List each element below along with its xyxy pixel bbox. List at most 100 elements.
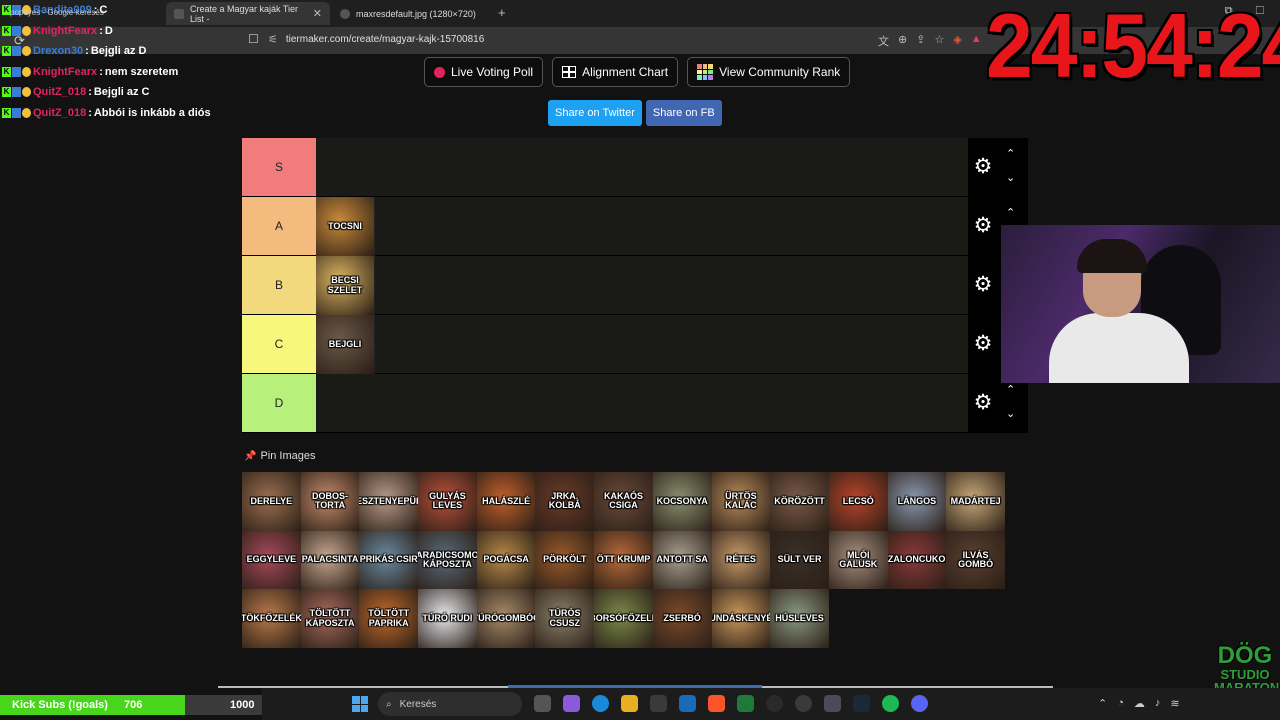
food-card[interactable]: GULYÁS LEVES [418,472,477,531]
pin-images-toggle[interactable]: 📌 Pin Images [244,450,315,462]
food-card[interactable]: PÖRKÖLT [535,530,595,590]
url-text[interactable]: tiermaker.com/create/magyar-kajk-1570081… [286,34,484,45]
tier-label[interactable]: B [242,256,316,314]
chevron-up-icon[interactable]: ⌃ [1006,147,1015,160]
food-card-label: DERELYE [250,495,293,506]
share-fb-button[interactable]: Share on FB [645,100,722,126]
chevron-down-icon[interactable]: ⌄ [1006,407,1015,420]
discord-icon[interactable] [911,695,928,712]
tab-image[interactable]: maxresdefault.jpg (1280×720) [332,2,492,25]
food-card[interactable]: KOCSONYA [652,472,712,531]
cloud-icon[interactable]: ☁ [1134,697,1145,710]
brave-rewards-icon[interactable]: ▲ [971,33,982,49]
zoom-icon[interactable]: ⊕ [898,33,907,49]
food-card[interactable]: EGGYLEVE [242,530,301,590]
tier-drop-zone[interactable] [316,374,1028,432]
gear-icon[interactable]: ⚙ [972,274,994,296]
food-card[interactable]: POGÁCSA [476,530,536,590]
store-icon[interactable] [650,695,667,712]
tier-label[interactable]: D [242,374,316,432]
food-card[interactable]: ZSERBÓ [652,589,712,649]
chevron-up-icon[interactable]: ⌃ [1006,206,1015,219]
tier-drop-zone[interactable]: BECSI SZELET [316,256,1028,315]
food-card[interactable]: SZALONCUKOR [887,530,947,590]
food-card[interactable]: TÖKFŐZELÉK [242,589,301,649]
food-card[interactable]: UNDÁSKENYÉ [711,589,771,649]
food-card[interactable]: PALACSINTA [300,530,360,590]
gear-icon[interactable]: ⚙ [972,156,994,178]
settings-icon[interactable] [824,695,841,712]
food-card[interactable]: TÚRÓGOMBÓC [476,589,536,649]
outlook-icon[interactable] [679,695,696,712]
food-card[interactable]: TÚRÓS CSUSZ [535,589,595,649]
food-card[interactable]: ILVÁS GOMBÓ [946,530,1005,590]
copilot-icon[interactable] [563,695,580,712]
taskbar-search[interactable]: ⌕ Keresés [378,692,522,716]
edge-icon[interactable] [592,695,609,712]
brave-shield-icon[interactable]: ◈ [953,33,961,49]
food-card[interactable]: DOBOS-TORTA [300,472,360,531]
brave-icon[interactable] [708,695,725,712]
steam-icon[interactable] [853,695,870,712]
tier-label[interactable]: S [242,138,316,196]
close-tab-icon[interactable]: ✕ [313,7,322,20]
food-card[interactable]: HÚSLEVES [770,589,829,649]
tier-drop-zone[interactable] [316,138,1028,196]
excel-icon[interactable] [737,695,754,712]
tier-drop-zone[interactable]: TOCSNI [316,197,1028,256]
gear-icon[interactable]: ⚙ [972,215,994,237]
food-card[interactable]: SÜLT VER [770,530,829,590]
file-explorer-icon[interactable] [621,695,638,712]
food-card[interactable]: MADÁRTEJ [946,472,1005,531]
food-card[interactable]: ÜRTÖS KALÁC [711,472,771,531]
gear-icon[interactable]: ⚙ [972,333,994,355]
site-settings-icon[interactable]: ⚟ [268,33,278,46]
alignment-chart-button[interactable]: Alignment Chart [552,57,679,87]
food-card[interactable]: BECSI SZELET [316,256,375,315]
network-icon[interactable]: ◔ [1117,697,1124,710]
food-card[interactable]: MLÓI GALUSK [828,530,888,590]
app-icon[interactable] [795,695,812,712]
food-card[interactable]: TÚRÓ RUDI [418,589,477,649]
user-badges-icon: K [2,46,31,57]
live-voting-button[interactable]: Live Voting Poll [424,57,544,87]
food-card[interactable]: ARADICSOMO KÁPOSZTA [418,530,477,590]
tier-label[interactable]: C [242,315,316,373]
share-twitter-button[interactable]: Share on Twitter [548,100,642,126]
url-field[interactable]: ⚟ tiermaker.com/create/magyar-kajk-15700… [268,33,484,46]
food-card[interactable]: KÖRÖZÖTT [770,472,829,531]
star-icon[interactable]: ☆ [934,33,944,49]
food-card[interactable]: PRIKÁS CSIR [359,530,419,590]
new-tab-icon[interactable]: + [498,5,506,20]
chevron-up-icon[interactable]: ⌃ [1098,697,1107,710]
food-card[interactable]: TOCSNI [316,197,375,256]
food-card[interactable]: LECSÓ [828,472,888,531]
translate-icon[interactable]: 文 [878,33,889,49]
microphone-icon[interactable]: ♪ [1155,697,1161,710]
food-card[interactable]: ANTOTT SA [652,530,712,590]
food-card[interactable]: ÖTT KRUMP [594,530,653,590]
tier-drop-zone[interactable]: BEJGLI [316,315,1028,374]
community-rank-button[interactable]: View Community Rank [687,57,851,87]
food-card[interactable]: HALÁSZLÉ [476,472,536,531]
food-card[interactable]: GESZTENYEPÜRÉ [359,472,419,531]
food-card[interactable]: KAKAÓS CSIGA [594,472,653,531]
food-card[interactable]: TÖLTÖTT PAPRIKA [359,589,419,649]
windows-start-icon[interactable] [352,696,368,712]
chevron-up-icon[interactable]: ⌃ [1006,383,1015,396]
gear-icon[interactable]: ⚙ [972,392,994,414]
share-icon[interactable]: ⇪ [916,33,925,49]
food-card[interactable]: DERELYE [242,472,301,531]
obs-icon[interactable] [766,695,783,712]
food-card[interactable]: RÉTES [711,530,771,590]
spotify-icon[interactable] [882,695,899,712]
food-card[interactable]: ÚBORSÓFŐZELÉK [594,589,653,649]
chevron-down-icon[interactable]: ⌄ [1006,171,1015,184]
task-view-icon[interactable] [534,695,551,712]
food-card[interactable]: TÖLTÖTT KÁPOSZTA [300,589,360,649]
tier-label[interactable]: A [242,197,316,255]
food-card[interactable]: JRKA, KOLBÁ [535,472,595,531]
food-card[interactable]: BEJGLI [316,315,375,374]
food-card[interactable]: LÁNGOS [887,472,947,531]
wifi-icon[interactable]: ≋ [1170,697,1179,710]
